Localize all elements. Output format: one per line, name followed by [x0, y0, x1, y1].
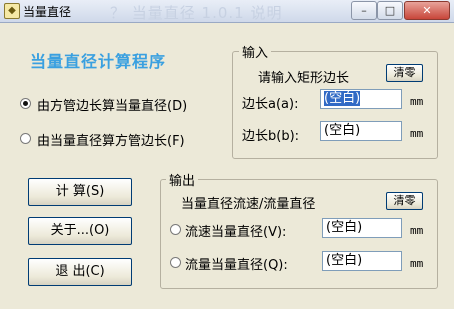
output-clear-button[interactable]: 清零 — [386, 192, 423, 210]
velocity-diameter-unit: mm — [410, 224, 424, 237]
exit-button[interactable]: 退 出(C) — [28, 258, 132, 286]
app-icon: ◆ — [4, 3, 20, 19]
side-a-label: 边长a(a): — [242, 97, 299, 112]
calculate-button[interactable]: 计 算(S) — [28, 178, 132, 206]
side-a-input[interactable]: (空白) — [320, 89, 402, 109]
title-bar[interactable]: ◆ 当量直径 ？ 当量直径 1.0.1 说明 – □ ✕ — [0, 0, 454, 23]
velocity-diameter-label[interactable]: 流速当量直径(V): — [185, 221, 286, 240]
output-group-title: 输出 — [166, 170, 199, 189]
radio-diameter-to-side-label[interactable]: 由当量直径算方管边长(F) — [37, 130, 185, 149]
input-prompt: 请输入矩形边长 — [258, 71, 350, 86]
input-clear-button[interactable]: 清零 — [386, 64, 423, 82]
velocity-diameter-output[interactable]: (空白) — [322, 218, 402, 238]
input-group-title: 输入 — [239, 42, 272, 61]
program-title: 当量直径计算程序 — [30, 52, 167, 71]
minimize-button[interactable]: – — [351, 1, 377, 20]
maximize-button[interactable]: □ — [377, 1, 403, 20]
radio-flow-diameter[interactable] — [170, 257, 181, 268]
side-b-unit: mm — [410, 127, 424, 140]
close-button[interactable]: ✕ — [404, 1, 450, 20]
side-a-unit: mm — [410, 95, 424, 108]
app-window: ◆ 当量直径 ？ 当量直径 1.0.1 说明 – □ ✕ 当量直径计算程序 由方… — [0, 0, 454, 309]
output-prompt: 当量直径流速/流量直径 — [181, 197, 316, 212]
background-ghost-text: ？ 当量直径 1.0.1 说明 — [110, 4, 283, 22]
radio-diameter-to-side[interactable] — [20, 133, 31, 144]
side-b-label: 边长b(b): — [242, 129, 300, 144]
flow-diameter-unit: mm — [410, 257, 424, 270]
flow-diameter-output[interactable]: (空白) — [322, 251, 402, 271]
radio-side-to-diameter[interactable] — [20, 98, 31, 109]
side-b-input[interactable]: (空白) — [320, 121, 402, 141]
about-button[interactable]: 关于...(O) — [28, 217, 132, 245]
radio-side-to-diameter-label[interactable]: 由方管边长算当量直径(D) — [37, 95, 187, 114]
radio-velocity-diameter[interactable] — [170, 224, 181, 235]
flow-diameter-label[interactable]: 流量当量直径(Q): — [185, 254, 288, 273]
window-title: 当量直径 — [23, 5, 72, 19]
